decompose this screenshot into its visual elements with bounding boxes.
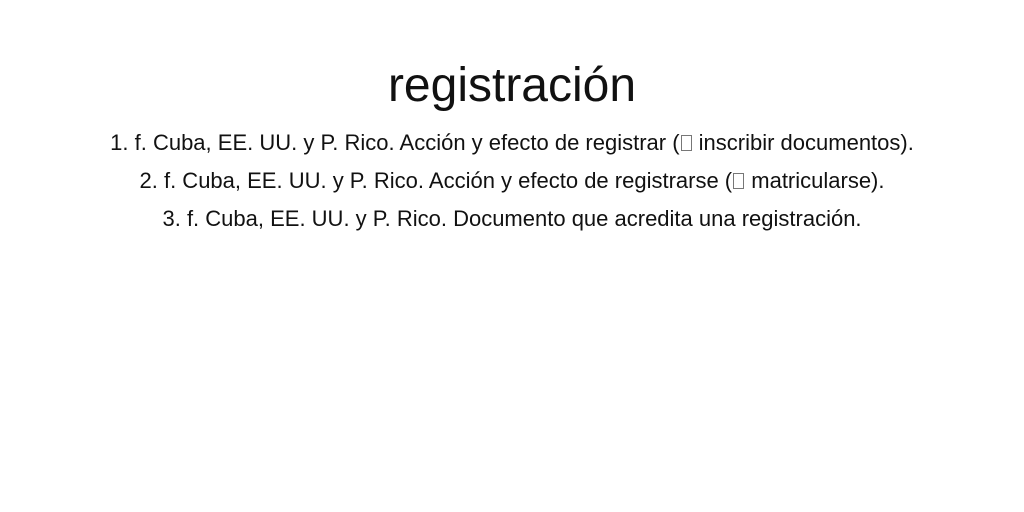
sense-item: 3. f. Cuba, EE. UU. y P. Rico. Documento … (62, 200, 962, 238)
sense-text: f. Cuba, EE. UU. y P. Rico. Documento qu… (186, 206, 862, 231)
dictionary-entry-card: registración 1. f. Cuba, EE. UU. y P. Ric… (0, 0, 1024, 512)
sense-text-after: inscribir documentos). (692, 130, 914, 155)
sense-list: 1. f. Cuba, EE. UU. y P. Rico. Acción y e… (62, 124, 962, 238)
sense-text-before: f. Cuba, EE. UU. y P. Rico. Acción y efe… (163, 168, 733, 193)
sense-text-after: matricularse). (745, 168, 885, 193)
sense-item: 1. f. Cuba, EE. UU. y P. Rico. Acción y e… (62, 124, 962, 162)
sense-number: 3. (162, 206, 181, 231)
cross-reference-box-icon (680, 135, 692, 151)
sense-number: 1. (110, 130, 129, 155)
sense-text-before: f. Cuba, EE. UU. y P. Rico. Acción y efe… (134, 130, 680, 155)
sense-number: 2. (139, 168, 158, 193)
entry-headword: registración (387, 59, 637, 112)
sense-item: 2. f. Cuba, EE. UU. y P. Rico. Acción y e… (62, 162, 962, 200)
cross-reference-box-icon (733, 173, 745, 189)
